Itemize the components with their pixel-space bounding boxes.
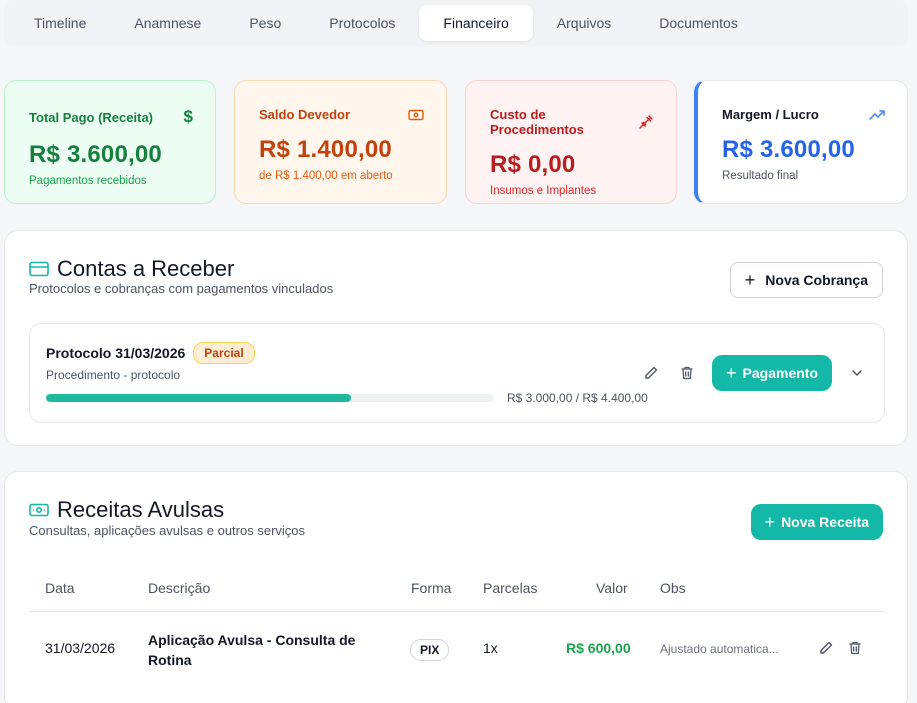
new-charge-button[interactable]: + Nova Cobrança	[729, 262, 883, 298]
card-title: Custo de Procedimentos	[490, 107, 584, 137]
tab-financeiro[interactable]: Financeiro	[419, 5, 533, 41]
credit-card-icon	[29, 261, 49, 277]
plus-icon: +	[764, 511, 776, 532]
tab-documentos[interactable]: Documentos	[635, 5, 762, 41]
card-subtitle: Resultado final	[722, 170, 799, 182]
card-value: R$ 3.600,00	[29, 141, 162, 168]
new-charge-label: Nova Cobrança	[765, 272, 868, 288]
col-installments: Parcelas	[483, 580, 538, 596]
card-subtitle: Pagamentos recebidos	[29, 175, 147, 187]
edit-protocol-button[interactable]	[640, 362, 662, 384]
card-procedure-cost: Custo de Procedimentos R$ 0,00 Insumos e…	[465, 80, 677, 204]
card-title: Margem / Lucro	[722, 107, 819, 122]
row-description: Aplicação Avulsa - Consulta de Rotina	[148, 632, 356, 668]
add-payment-label: Pagamento	[742, 365, 818, 381]
card-subtitle: Insumos e Implantes	[490, 185, 597, 197]
tab-anamnese[interactable]: Anamnese	[110, 5, 225, 41]
row-notes: Ajustado automatica...	[660, 642, 779, 656]
trending-up-icon	[869, 109, 885, 121]
card-value: R$ 0,00	[490, 151, 576, 178]
chevron-down-icon	[852, 370, 862, 377]
status-badge: Parcial	[193, 342, 255, 364]
col-value: Valor	[596, 580, 628, 596]
card-title: Saldo Devedor	[259, 107, 351, 122]
dollar-icon: $	[183, 107, 193, 126]
pencil-icon	[645, 366, 658, 379]
col-notes: Obs	[660, 580, 686, 596]
card-value: R$ 1.400,00	[259, 136, 392, 163]
receivables-subtitle: Protocolos e cobranças com pagamentos vi…	[29, 281, 334, 296]
card-margin-profit: Margem / Lucro R$ 3.600,00 Resultado fin…	[694, 80, 908, 204]
receivables-panel: Contas a Receber Protocolos e cobranças …	[4, 230, 908, 446]
row-date: 31/03/2026	[45, 640, 116, 656]
col-method: Forma	[411, 580, 452, 596]
banknote-icon	[408, 109, 424, 121]
protocol-title: Protocolo 31/03/2026	[46, 345, 186, 361]
revenues-panel: Receitas Avulsas Consultas, aplicações a…	[4, 471, 908, 703]
tab-timeline[interactable]: Timeline	[10, 5, 110, 41]
card-title: Total Pago (Receita)	[29, 109, 154, 125]
progress-label: R$ 3.000,00 / R$ 4.400,00	[507, 391, 648, 405]
card-subtitle: de R$ 1.400,00 em aberto	[259, 170, 393, 182]
receivables-title: Contas a Receber	[57, 256, 235, 281]
table-header: Data Descrição Forma Parcelas Valor Obs	[29, 564, 885, 612]
delete-protocol-button[interactable]	[676, 362, 698, 384]
card-total-paid: Total Pago (Receita) $ R$ 3.600,00 Pagam…	[4, 80, 216, 204]
row-installments: 1x	[483, 640, 498, 656]
revenues-table: Data Descrição Forma Parcelas Valor Obs …	[29, 564, 885, 686]
card-balance-due: Saldo Devedor R$ 1.400,00 de R$ 1.400,00…	[234, 80, 447, 204]
payment-progress-bar	[46, 394, 494, 402]
card-value: R$ 3.600,00	[722, 136, 855, 163]
delete-revenue-button[interactable]	[844, 637, 866, 659]
col-date: Data	[45, 580, 75, 596]
new-revenue-label: Nova Receita	[781, 514, 869, 530]
revenues-title: Receitas Avulsas	[57, 497, 225, 522]
revenues-header: Receitas Avulsas	[29, 497, 224, 523]
banknote-icon	[29, 503, 49, 517]
add-payment-button[interactable]: + Pagamento	[712, 355, 832, 391]
receivables-header: Contas a Receber	[29, 256, 234, 282]
protocol-subtitle: Procedimento - protocolo	[46, 368, 181, 382]
tab-peso[interactable]: Peso	[225, 5, 305, 41]
col-description: Descrição	[148, 580, 211, 596]
tab-arquivos[interactable]: Arquivos	[533, 5, 635, 41]
progress-fill	[46, 394, 352, 402]
tab-bar: Timeline Anamnese Peso Protocolos Financ…	[4, 0, 908, 46]
syringe-icon	[638, 114, 654, 130]
trash-icon	[681, 366, 693, 380]
plus-icon: +	[744, 269, 756, 290]
payment-method-badge: PIX	[410, 639, 450, 661]
row-value: R$ 600,00	[566, 640, 631, 656]
revenues-subtitle: Consultas, aplicações avulsas e outros s…	[29, 523, 306, 538]
plus-icon: +	[726, 362, 737, 383]
expand-protocol-button[interactable]	[846, 362, 868, 384]
tab-protocolos[interactable]: Protocolos	[305, 5, 419, 41]
pencil-icon	[820, 641, 833, 654]
new-revenue-button[interactable]: + Nova Receita	[750, 504, 883, 540]
table-row[interactable]: 31/03/2026 Aplicação Avulsa - Consulta d…	[29, 612, 885, 686]
trash-icon	[849, 641, 861, 655]
edit-revenue-button[interactable]	[815, 637, 837, 659]
protocol-item[interactable]: Protocolo 31/03/2026 Parcial Procediment…	[29, 323, 885, 423]
